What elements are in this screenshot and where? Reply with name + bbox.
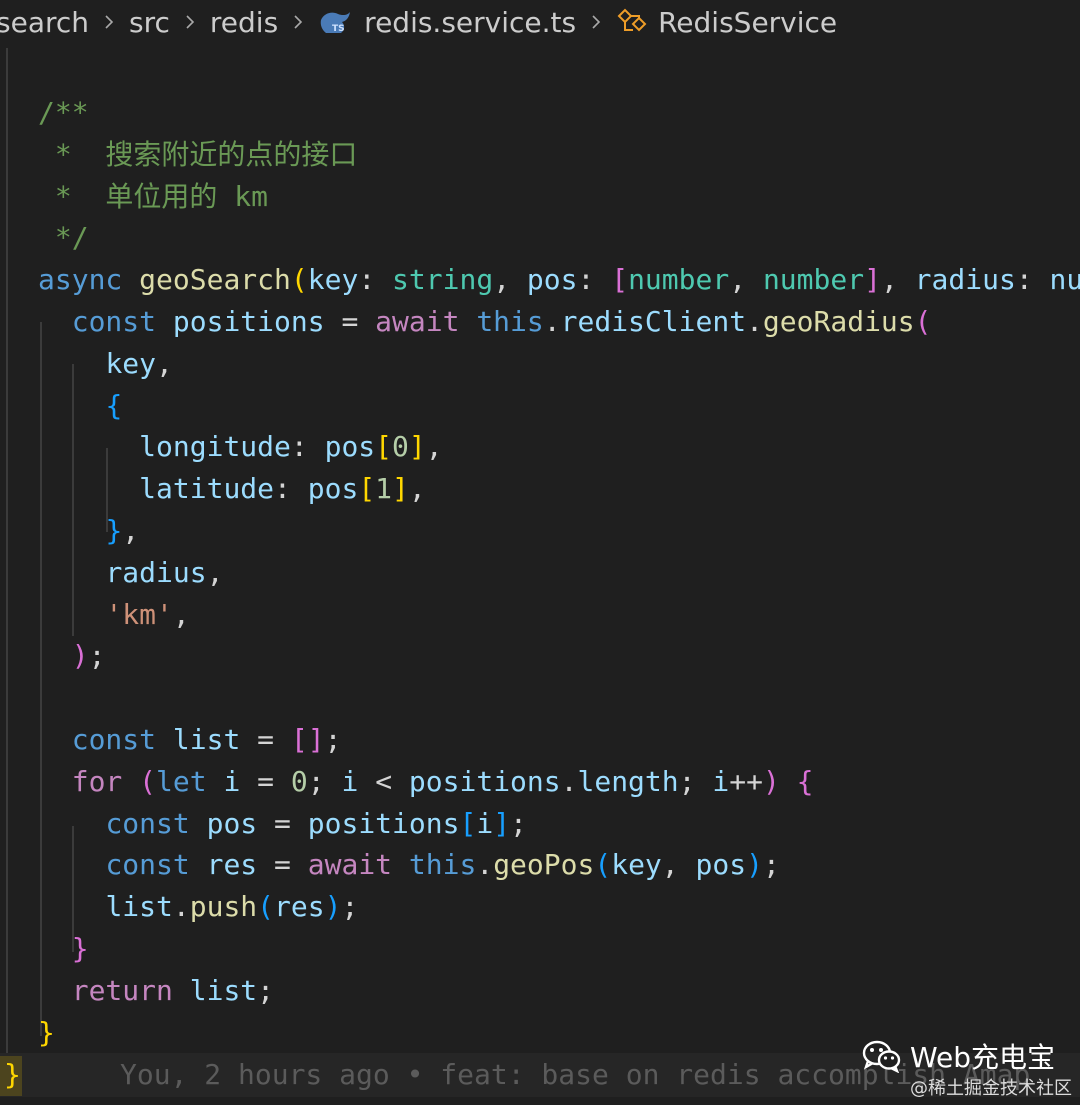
class-symbol-icon — [617, 8, 647, 32]
code-line: }, — [105, 514, 140, 547]
code-line: } — [71, 932, 89, 965]
code-line: /** — [38, 96, 89, 129]
code-line: for (let i = 0; i < positions.length; i+… — [71, 764, 814, 798]
community-watermark: @稀土掘金技术社区 — [910, 1078, 1072, 1099]
code-line: const res = await this.geoPos(key, pos); — [105, 848, 780, 882]
code-line: latitude: pos[1], — [139, 472, 426, 506]
nestjs-service-file-icon: TS — [320, 12, 351, 34]
svg-text:TS: TS — [332, 24, 345, 34]
watermark-brand: Web充电宝 — [910, 1041, 1056, 1074]
chevron-right-icon — [576, 14, 616, 30]
chevron-right-icon — [170, 14, 210, 30]
indent-guide — [6, 48, 8, 1058]
code-line: */ — [38, 221, 89, 255]
code-line: const pos = positions[i]; — [105, 806, 527, 840]
breadcrumb-item-class[interactable]: RedisService — [616, 0, 837, 44]
breadcrumb-class-label: RedisService — [658, 5, 838, 39]
code-line: async geoSearch(key: string, pos: [numbe… — [38, 263, 1080, 297]
code-line: return list; — [71, 973, 275, 1007]
code-line: list.push(res); — [105, 890, 359, 924]
chevron-right-icon — [89, 14, 129, 30]
code-line: { — [105, 388, 123, 422]
breadcrumb-item-file[interactable]: TS redis.service.ts — [318, 0, 576, 44]
code-line: } — [38, 1015, 55, 1049]
breadcrumb-item-search[interactable]: search — [0, 0, 89, 44]
code-line: ); — [71, 639, 106, 673]
breadcrumb: search src redis TS redis.service.ts Red… — [0, 0, 1080, 44]
wechat-icon — [862, 1040, 901, 1073]
code-line: * 搜索附近的点的接口 — [38, 137, 358, 171]
code-line: * 单位用的 km — [38, 179, 269, 213]
code-line: longitude: pos[0], — [139, 430, 443, 464]
closing-brace: } — [4, 1058, 21, 1091]
code-line: const positions = await this.redisClient… — [71, 305, 932, 338]
breadcrumb-item-src[interactable]: src — [129, 0, 170, 44]
chevron-right-icon — [278, 14, 318, 30]
breadcrumb-item-redis[interactable]: redis — [210, 0, 278, 44]
code-line: const list = []; — [71, 723, 342, 756]
code-line: key, — [105, 346, 173, 380]
breadcrumb-file-label: redis.service.ts — [364, 5, 577, 39]
wechat-watermark: Web充电宝 — [862, 1036, 1055, 1076]
code-line: radius, — [105, 555, 224, 589]
code-line: 'km', — [105, 597, 190, 631]
